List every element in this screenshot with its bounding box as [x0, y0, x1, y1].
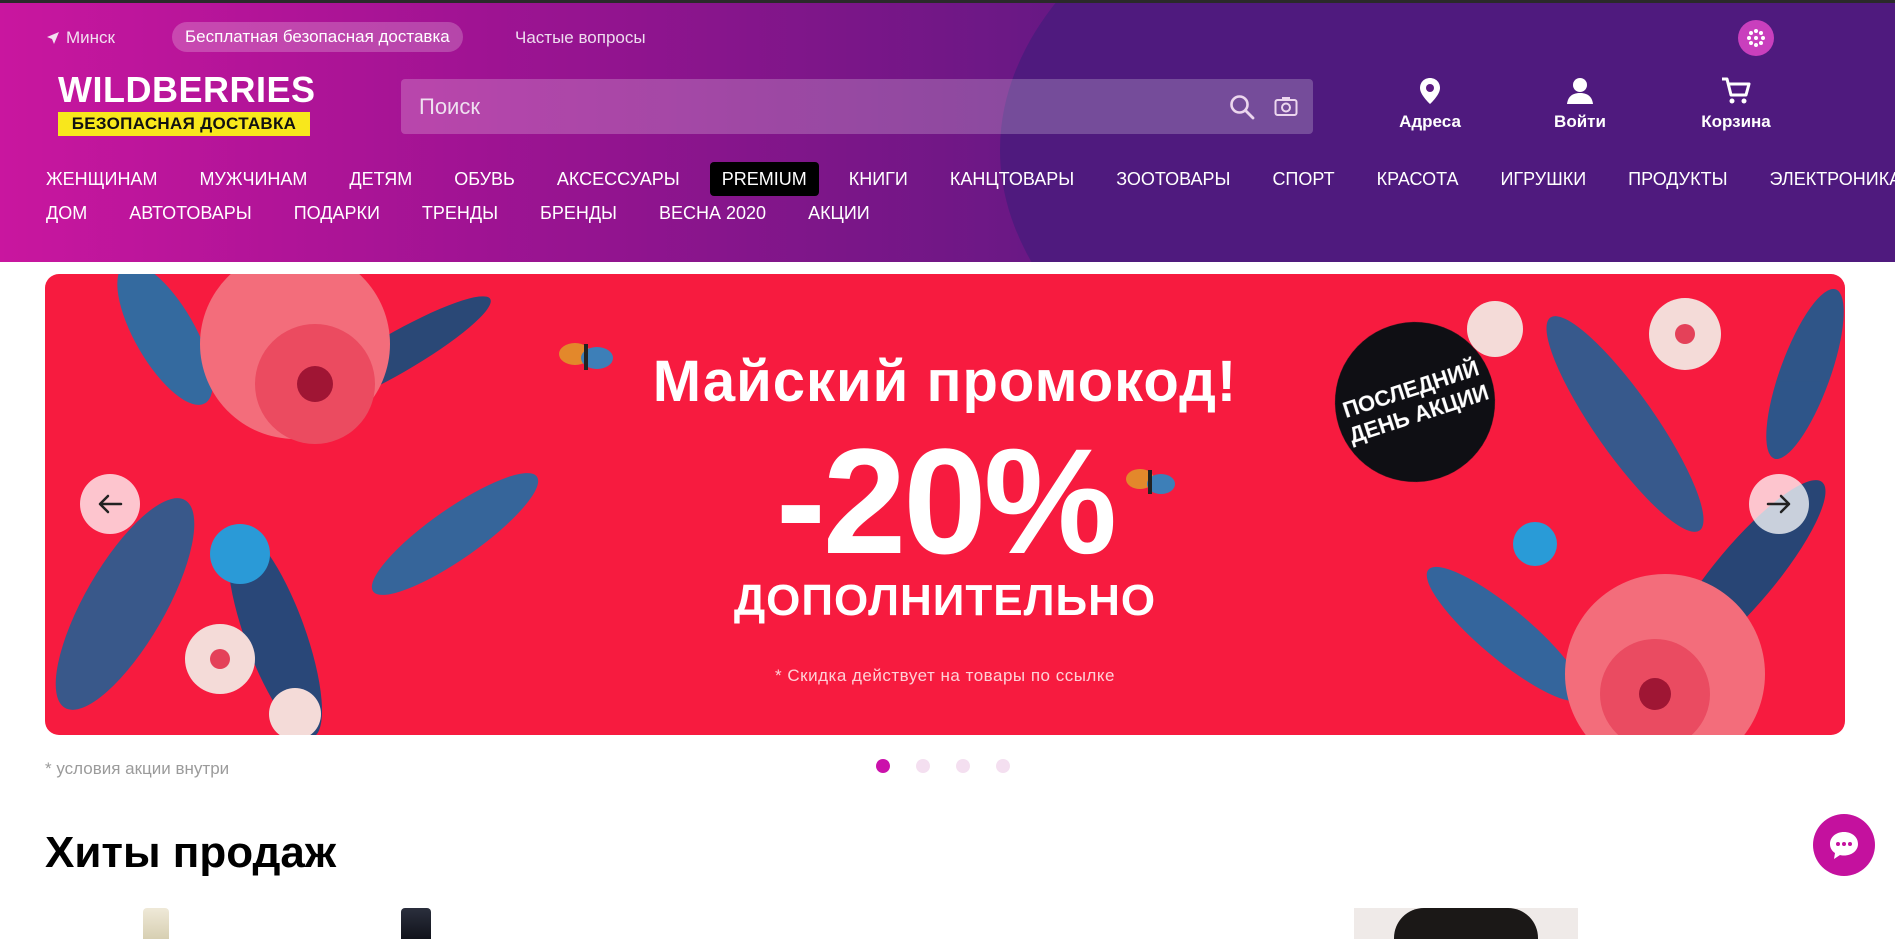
language-icon[interactable]: [1738, 20, 1774, 56]
search-icon[interactable]: [1229, 94, 1255, 120]
location-arrow-icon: [47, 32, 59, 44]
carousel-dot[interactable]: [916, 759, 930, 773]
nav-item-pet-goods[interactable]: ЗООТОВАРЫ: [1104, 162, 1242, 196]
nav-item-accessories[interactable]: АКСЕССУАРЫ: [545, 162, 692, 196]
nav-item-stationery[interactable]: КАНЦТОВАРЫ: [938, 162, 1086, 196]
product-thumbnail[interactable]: [1354, 908, 1578, 939]
nav-item-brands[interactable]: БРЕНДЫ: [528, 196, 629, 230]
nav-item-books[interactable]: КНИГИ: [837, 162, 920, 196]
banner-subtitle: ДОПОЛНИТЕЛЬНО: [733, 576, 1157, 625]
carousel-pagination: [876, 759, 1010, 773]
category-nav-row-2: ДОМ АВТОТОВАРЫ ПОДАРКИ ТРЕНДЫ БРЕНДЫ ВЕС…: [34, 196, 900, 230]
chat-button[interactable]: [1813, 814, 1875, 876]
logo-wordmark: WILDBERRIES: [58, 69, 316, 110]
nav-item-promotions[interactable]: АКЦИИ: [796, 196, 882, 230]
chat-icon: [1830, 832, 1858, 859]
carousel-dot[interactable]: [996, 759, 1010, 773]
product-thumbnail[interactable]: [143, 908, 169, 939]
nav-item-gifts[interactable]: ПОДАРКИ: [282, 196, 392, 230]
nav-item-shoes[interactable]: ОБУВЬ: [442, 162, 527, 196]
nav-item-premium[interactable]: PREMIUM: [709, 162, 819, 196]
arrow-right-icon: [1766, 494, 1791, 514]
search-input[interactable]: [419, 79, 1199, 134]
city-selector[interactable]: Минск: [46, 28, 115, 48]
login-label: Войти: [1554, 112, 1606, 131]
header-top-row: Минск Бесплатная безопасная доставка Час…: [0, 20, 1895, 56]
nav-item-trends[interactable]: ТРЕНДЫ: [410, 196, 510, 230]
nav-item-electronics[interactable]: ЭЛЕКТРОНИКА: [1758, 162, 1895, 196]
nav-item-women[interactable]: ЖЕНЩИНАМ: [34, 162, 169, 196]
category-nav-row-1: ЖЕНЩИНАМ МУЖЧИНАМ ДЕТЯМ ОБУВЬ АКСЕССУАРЫ…: [34, 162, 1895, 196]
faq-link[interactable]: Частые вопросы: [515, 28, 646, 48]
addresses-label: Адреса: [1399, 112, 1461, 131]
nav-item-home[interactable]: ДОМ: [34, 196, 99, 230]
banner-title: Майский промокод!: [652, 349, 1238, 414]
nav-item-spring-2020[interactable]: ВЕСНА 2020: [647, 196, 778, 230]
nav-item-auto[interactable]: АВТОТОВАРЫ: [117, 196, 264, 230]
wildberries-logo[interactable]: WILDBERRIES БЕЗОПАСНАЯ ДОСТАВКА: [58, 69, 316, 136]
map-pin-icon: [1420, 78, 1440, 104]
nav-item-food[interactable]: ПРОДУКТЫ: [1616, 162, 1739, 196]
login-button[interactable]: Войти: [1530, 76, 1630, 132]
nav-item-kids[interactable]: ДЕТЯМ: [337, 162, 424, 196]
cart-icon: [1722, 77, 1751, 104]
promo-conditions-note: * условия акции внутри: [45, 759, 230, 778]
nav-item-sport[interactable]: СПОРТ: [1260, 162, 1346, 196]
nav-item-toys[interactable]: ИГРУШКИ: [1488, 162, 1598, 196]
product-image: [1394, 908, 1538, 939]
window-top-border: [0, 0, 1895, 3]
carousel-dot[interactable]: [956, 759, 970, 773]
site-header: Минск Бесплатная безопасная доставка Час…: [0, 0, 1895, 262]
cart-label: Корзина: [1701, 112, 1771, 131]
carousel-prev-button[interactable]: [80, 474, 140, 534]
user-icon: [1567, 78, 1593, 104]
city-label: Минск: [66, 28, 115, 47]
search-bar: [401, 79, 1313, 134]
arrow-left-icon: [98, 494, 123, 514]
carousel-next-button[interactable]: [1749, 474, 1809, 534]
free-delivery-link[interactable]: Бесплатная безопасная доставка: [172, 22, 463, 52]
banner-footnote: * Скидка действует на товары по ссылке: [775, 666, 1115, 685]
addresses-button[interactable]: Адреса: [1380, 76, 1480, 132]
bestsellers-heading: Хиты продаж: [45, 828, 337, 877]
product-thumbnail[interactable]: [401, 908, 431, 939]
nav-item-men[interactable]: МУЖЧИНАМ: [187, 162, 319, 196]
nav-item-beauty[interactable]: КРАСОТА: [1365, 162, 1471, 196]
carousel-dot[interactable]: [876, 759, 890, 773]
cart-button[interactable]: Корзина: [1686, 76, 1786, 132]
logo-tagline: БЕЗОПАСНАЯ ДОСТАВКА: [58, 112, 310, 136]
camera-icon[interactable]: [1274, 95, 1298, 117]
banner-discount: -20%: [775, 417, 1117, 585]
promo-banner[interactable]: Майский промокод! -20% ДОПОЛНИТЕЛЬНО * С…: [45, 274, 1845, 735]
